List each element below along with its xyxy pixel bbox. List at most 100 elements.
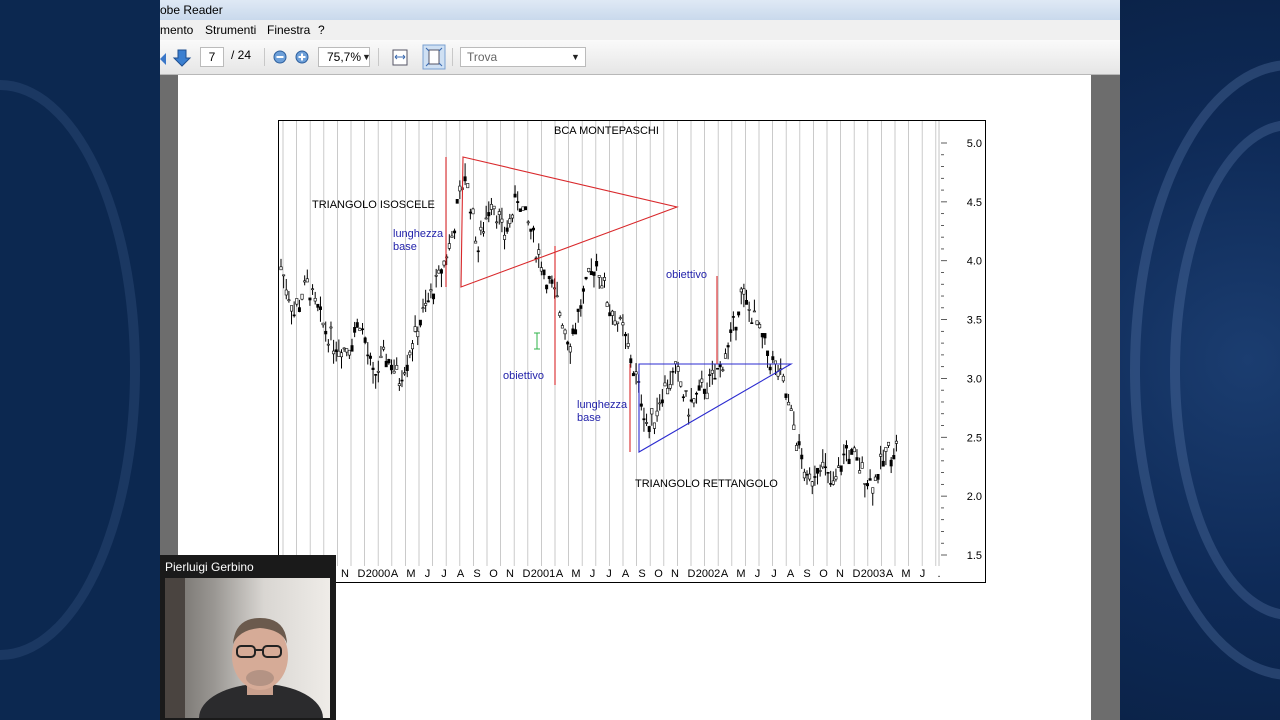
menu-strumenti[interactable]: Strumenti xyxy=(205,21,256,39)
candle-body xyxy=(384,360,388,368)
x-tick-label: 2003 xyxy=(861,568,885,580)
candle-body xyxy=(284,289,288,296)
y-tick-label: 2.0 xyxy=(967,491,982,503)
x-tick-label: M xyxy=(736,568,745,580)
candle-body xyxy=(290,305,294,312)
fit-page-icon[interactable] xyxy=(422,44,446,70)
candle-body xyxy=(797,441,801,446)
y-tick-label: 4.0 xyxy=(967,256,982,268)
candle-body xyxy=(766,350,770,356)
candle-body xyxy=(660,399,664,404)
zoom-dropdown-icon[interactable]: ▼ xyxy=(362,52,371,62)
candle-body xyxy=(353,327,357,333)
page-number-input[interactable]: 7 xyxy=(200,47,224,67)
candle-body xyxy=(621,322,625,326)
candle-body xyxy=(479,226,483,231)
window-title: obe Reader xyxy=(160,3,223,17)
candle-body xyxy=(834,476,838,480)
candle-body xyxy=(816,467,820,474)
candle-body xyxy=(750,322,754,324)
x-tick-label: O xyxy=(654,568,663,580)
x-tick-label: O xyxy=(489,568,498,580)
candle-body xyxy=(602,277,606,281)
candle-body xyxy=(868,478,872,481)
candle-body xyxy=(434,274,438,277)
candle-body xyxy=(463,176,467,182)
candle-body xyxy=(361,328,365,331)
candle-body xyxy=(518,208,522,212)
candle-body xyxy=(821,461,825,468)
candle-body xyxy=(658,402,662,405)
candle-body xyxy=(426,300,430,303)
x-tick-label: A xyxy=(787,568,795,580)
candle-body xyxy=(629,358,633,364)
x-tick-label: S xyxy=(803,568,810,580)
candle-body xyxy=(484,217,488,220)
candle-body xyxy=(689,399,693,402)
candle-body xyxy=(466,183,470,189)
annotation-lunghezza-base-2: lunghezza base xyxy=(577,399,628,424)
find-dropdown-icon[interactable]: ▼ xyxy=(571,52,580,62)
candle-body xyxy=(337,350,341,357)
candle-body xyxy=(850,449,854,455)
candle-body xyxy=(837,465,841,468)
x-tick-label: J xyxy=(755,568,761,580)
candle-body xyxy=(505,227,509,232)
y-tick-label: 3.0 xyxy=(967,373,982,385)
x-tick-label: M xyxy=(571,568,580,580)
candle-body xyxy=(482,231,486,234)
candle-body xyxy=(747,309,751,311)
candle-body xyxy=(631,373,635,377)
x-tick-label: D xyxy=(688,568,696,580)
candle-body xyxy=(363,337,367,343)
zoom-out-icon[interactable] xyxy=(272,46,288,68)
candle-body xyxy=(497,211,501,215)
candle-body xyxy=(876,473,880,480)
candle-body xyxy=(810,481,814,487)
candle-body xyxy=(350,345,354,352)
candle-body xyxy=(829,483,833,485)
prev-page-icon[interactable] xyxy=(160,46,170,68)
candle-body xyxy=(442,260,446,266)
candle-body xyxy=(789,408,793,411)
candle-body xyxy=(416,330,420,338)
candle-body xyxy=(345,348,349,353)
chart-title: BCA MONTEPASCHI xyxy=(554,125,659,137)
x-tick-label: M xyxy=(406,568,415,580)
candle-body xyxy=(726,345,730,348)
background-right xyxy=(1120,0,1280,720)
candle-body xyxy=(295,298,299,305)
candle-body xyxy=(684,390,688,392)
candle-body xyxy=(608,312,612,317)
zoom-in-icon[interactable] xyxy=(294,46,310,68)
candle-body xyxy=(418,319,422,326)
candle-body xyxy=(311,288,315,291)
y-tick-label: 5.0 xyxy=(967,138,982,150)
fit-width-icon[interactable] xyxy=(390,46,410,68)
candle-body xyxy=(695,392,699,395)
candle-body xyxy=(624,333,628,337)
candle-body xyxy=(468,211,472,214)
menu-bar: mento Strumenti Finestra ? xyxy=(160,20,1120,40)
x-tick-label: M xyxy=(901,568,910,580)
candle-body xyxy=(771,356,775,361)
menu-help[interactable]: ? xyxy=(318,21,325,39)
candle-body xyxy=(308,297,312,301)
candle-body xyxy=(879,453,883,457)
x-tick-label: N xyxy=(836,568,844,580)
candle-body xyxy=(713,377,717,380)
candle-body xyxy=(366,354,370,357)
candle-body xyxy=(392,370,396,374)
candle-body xyxy=(542,269,546,276)
candle-body xyxy=(305,278,309,283)
menu-finestra[interactable]: Finestra xyxy=(267,21,310,39)
find-input[interactable]: Trova xyxy=(460,47,586,67)
candle-body xyxy=(450,235,454,238)
candle-body xyxy=(668,384,672,389)
candle-body xyxy=(700,378,704,383)
menu-documento[interactable]: mento xyxy=(160,21,193,39)
page-total: / 24 xyxy=(231,48,252,62)
candle-body xyxy=(510,214,514,219)
next-page-icon[interactable] xyxy=(172,46,192,68)
candle-body xyxy=(692,398,696,404)
